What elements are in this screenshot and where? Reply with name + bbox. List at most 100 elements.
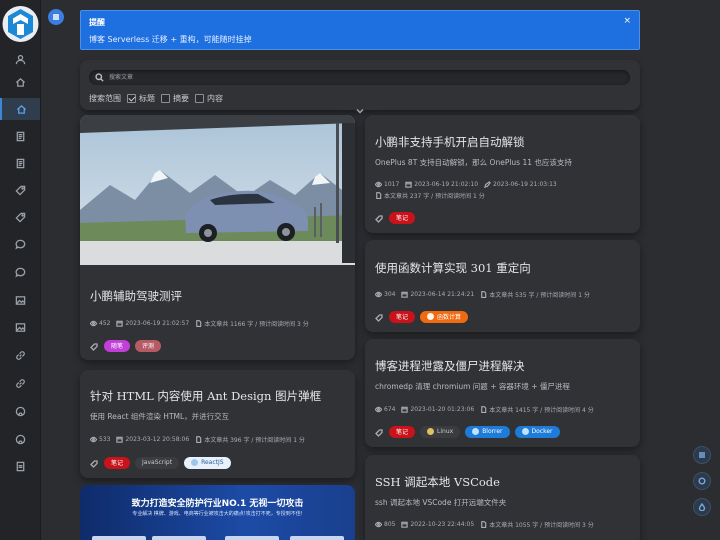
site-logo[interactable] bbox=[2, 4, 39, 44]
article-icon[interactable] bbox=[0, 152, 40, 174]
post-summary: 使用 React 组件渲染 HTML，并进行交互 bbox=[90, 412, 230, 421]
image-icon[interactable] bbox=[0, 316, 40, 338]
post-title[interactable]: 小鹏辅助驾驶测评 bbox=[90, 288, 182, 304]
tag-badge[interactable]: Linux bbox=[420, 425, 461, 438]
calendar-icon bbox=[401, 406, 409, 413]
ad-button[interactable] bbox=[290, 536, 344, 540]
tag-icon bbox=[375, 314, 383, 322]
ad-button[interactable] bbox=[92, 536, 146, 540]
menu-toggle-button[interactable] bbox=[48, 9, 64, 25]
tag-badge[interactable]: ReactJS bbox=[184, 456, 231, 469]
file-icon bbox=[481, 521, 487, 528]
tag-badge[interactable]: 评测 bbox=[135, 339, 162, 352]
comment-icon[interactable] bbox=[0, 233, 40, 255]
eye-icon bbox=[375, 181, 382, 188]
tag-badge[interactable]: 随笔 bbox=[104, 339, 131, 352]
doc-icon[interactable] bbox=[0, 455, 40, 477]
theme-fab-button[interactable] bbox=[693, 472, 711, 490]
notice-close-button[interactable]: × bbox=[623, 16, 631, 26]
post-tags: 随笔 评测 bbox=[90, 336, 166, 355]
scope-checkbox-title[interactable]: 标题 bbox=[127, 93, 155, 104]
home-icon-active[interactable] bbox=[0, 98, 40, 120]
post-title[interactable]: 使用函数计算实现 301 重定向 bbox=[375, 260, 531, 276]
chevron-down-icon bbox=[356, 108, 364, 114]
post-meta: 452 2023-06-19 21:02:57 本文章共 1166 字 / 预计… bbox=[90, 319, 315, 328]
search-icon bbox=[95, 73, 104, 82]
search-input[interactable] bbox=[109, 70, 609, 85]
post-tags: 笔记 Linux Blorrer Docker bbox=[375, 422, 565, 441]
post-cover-image[interactable] bbox=[80, 115, 355, 265]
tag-badge[interactable]: 笔记 bbox=[389, 310, 416, 323]
image-icon[interactable] bbox=[0, 289, 40, 311]
ad-button[interactable] bbox=[152, 536, 206, 540]
docker-icon bbox=[521, 428, 529, 435]
home-icon[interactable] bbox=[0, 71, 40, 93]
menu-fab-button[interactable] bbox=[693, 446, 711, 464]
advertisement-banner[interactable]: 致力打造安全防护行业NO.1 无视一切攻击 专业解决 棋牌、游戏、电商等行业被攻… bbox=[80, 485, 355, 540]
post-card[interactable]: 使用函数计算实现 301 重定向 304 2023-06-14 21:24:21… bbox=[365, 240, 640, 332]
link-icon[interactable] bbox=[0, 344, 40, 366]
post-title[interactable]: 针对 HTML 内容使用 Ant Design 图片弹框 bbox=[90, 388, 321, 404]
comment-icon[interactable] bbox=[0, 261, 40, 283]
eye-icon bbox=[375, 291, 382, 298]
file-icon bbox=[196, 436, 202, 443]
tag-icon bbox=[375, 429, 383, 437]
checkbox-unchecked[interactable] bbox=[195, 94, 204, 103]
tag-icon[interactable] bbox=[0, 206, 40, 228]
scope-checkbox-summary[interactable]: 摘要 bbox=[161, 93, 189, 104]
calendar-icon bbox=[405, 181, 412, 188]
checkbox-checked[interactable] bbox=[127, 94, 136, 103]
ad-subtitle: 专业解决 棋牌、游戏、电商等行业被攻击大的痛点!攻击打不死，专授到不佳! bbox=[132, 511, 303, 517]
eye-icon bbox=[90, 320, 97, 327]
tag-badge[interactable]: Blorrer bbox=[465, 425, 510, 438]
file-icon bbox=[376, 192, 382, 199]
post-summary: ssh 调起本地 VSCode 打开远端文件夹 bbox=[375, 498, 507, 507]
tag-icon[interactable] bbox=[0, 179, 40, 201]
notice-body: 博客 Serverless 迁移 + 重构，可能随时挂掉 bbox=[89, 35, 252, 44]
github-icon[interactable] bbox=[0, 400, 40, 422]
post-meta: 674 2023-01-20 01:23:06 本文章共 1415 字 / 预计… bbox=[375, 405, 600, 414]
tag-icon bbox=[375, 215, 383, 223]
link-icon[interactable] bbox=[0, 372, 40, 394]
post-title[interactable]: 小鹏非支持手机开启自动解锁 bbox=[375, 134, 525, 150]
post-title[interactable]: SSH 调起本地 VSCode bbox=[375, 474, 500, 490]
post-card[interactable]: 小鹏辅助驾驶测评 452 2023-06-19 21:02:57 本文章共 11… bbox=[80, 115, 355, 360]
article-icon[interactable] bbox=[0, 125, 40, 147]
tag-badge[interactable]: 函数计算 bbox=[420, 310, 469, 323]
drop-icon bbox=[698, 503, 706, 511]
post-tags: 笔记 函数计算 bbox=[375, 307, 473, 326]
sidebar bbox=[0, 0, 41, 540]
tag-badge[interactable]: JavaScript bbox=[135, 456, 180, 469]
github-icon[interactable] bbox=[0, 428, 40, 450]
tag-badge[interactable]: 笔记 bbox=[389, 211, 416, 224]
ad-button[interactable] bbox=[225, 536, 279, 540]
tag-icon bbox=[90, 460, 98, 468]
ad-title: 致力打造安全防护行业NO.1 无视一切攻击 bbox=[131, 499, 304, 509]
post-tags: 笔记 JavaScript ReactJS bbox=[90, 453, 236, 472]
search-scope-label: 搜索范围 bbox=[89, 94, 121, 103]
circle-icon bbox=[698, 477, 706, 485]
file-icon bbox=[481, 291, 487, 298]
function-icon bbox=[427, 313, 435, 320]
post-meta: 805 2022-10-23 22:44:05 本文章共 1055 字 / 预计… bbox=[375, 520, 600, 529]
calendar-icon bbox=[401, 291, 409, 298]
post-tags: 笔记 bbox=[375, 208, 420, 227]
tag-badge[interactable]: Docker bbox=[514, 425, 560, 438]
post-summary: OnePlus 8T 支持自动解锁，那么 OnePlus 11 也应该支持 bbox=[375, 158, 572, 167]
tag-badge[interactable]: 笔记 bbox=[104, 456, 131, 469]
eye-icon bbox=[90, 436, 97, 443]
eye-icon bbox=[375, 521, 382, 528]
post-card[interactable]: 博客进程泄露及僵尸进程解决 chromedp 清理 chromium 问题 + … bbox=[365, 339, 640, 447]
post-card[interactable]: SSH 调起本地 VSCode ssh 调起本地 VSCode 打开远端文件夹 … bbox=[365, 455, 640, 540]
post-card[interactable]: 针对 HTML 内容使用 Ant Design 图片弹框 使用 React 组件… bbox=[80, 370, 355, 478]
expand-button[interactable] bbox=[356, 100, 364, 114]
user-icon[interactable] bbox=[0, 48, 40, 70]
calendar-icon bbox=[116, 436, 124, 443]
post-card[interactable]: 小鹏非支持手机开启自动解锁 OnePlus 8T 支持自动解锁，那么 OnePl… bbox=[365, 115, 640, 233]
post-title[interactable]: 博客进程泄露及僵尸进程解决 bbox=[375, 358, 525, 374]
post-meta: 1017 2023-06-19 21:02:10 2023-06-19 21:0… bbox=[375, 181, 563, 188]
tag-badge[interactable]: 笔记 bbox=[389, 425, 416, 438]
settings-fab-button[interactable] bbox=[693, 498, 711, 516]
checkbox-unchecked[interactable] bbox=[161, 94, 170, 103]
scope-checkbox-content[interactable]: 内容 bbox=[195, 93, 223, 104]
